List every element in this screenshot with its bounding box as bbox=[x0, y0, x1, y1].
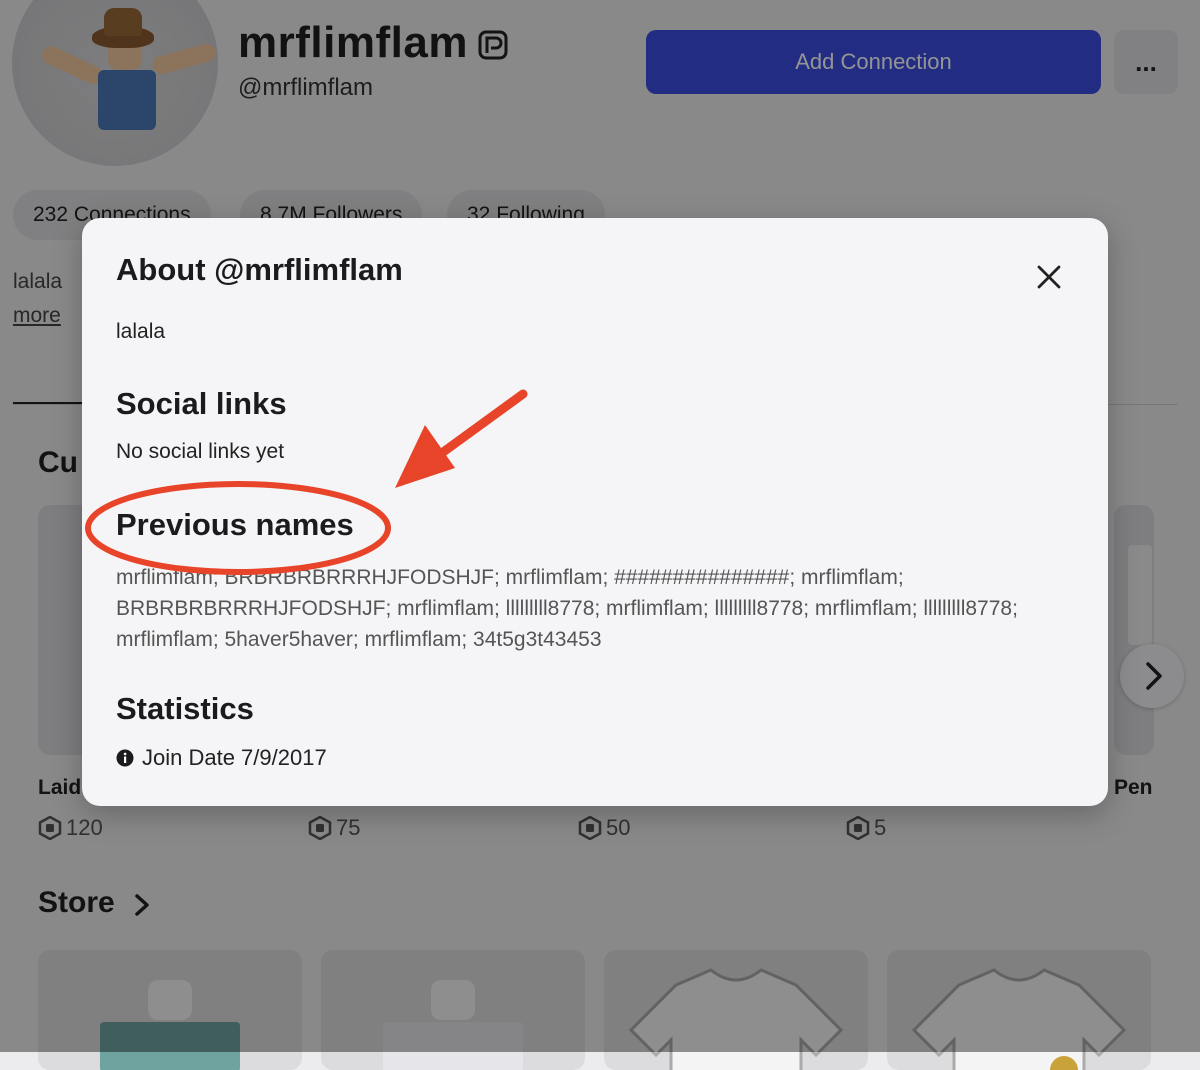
join-date: Join Date 7/9/2017 bbox=[142, 745, 327, 770]
about-bio: lalala bbox=[116, 320, 166, 343]
about-dialog: About @mrflimflam lalala Social links No… bbox=[82, 218, 1108, 806]
social-links-heading: Social links bbox=[116, 386, 287, 421]
join-date-row: Join Date 7/9/2017 bbox=[116, 745, 327, 771]
statistics-heading: Statistics bbox=[116, 691, 254, 726]
info-icon bbox=[116, 749, 134, 767]
previous-names-heading: Previous names bbox=[116, 507, 354, 542]
dialog-title: About @mrflimflam bbox=[116, 252, 403, 287]
close-button[interactable] bbox=[1030, 258, 1068, 296]
social-links-text: No social links yet bbox=[116, 440, 285, 463]
previous-names-list: mrflimflam; BRBRBRBRRRHJFODSHJF; mrflimf… bbox=[116, 566, 1018, 651]
close-icon bbox=[1037, 265, 1061, 289]
